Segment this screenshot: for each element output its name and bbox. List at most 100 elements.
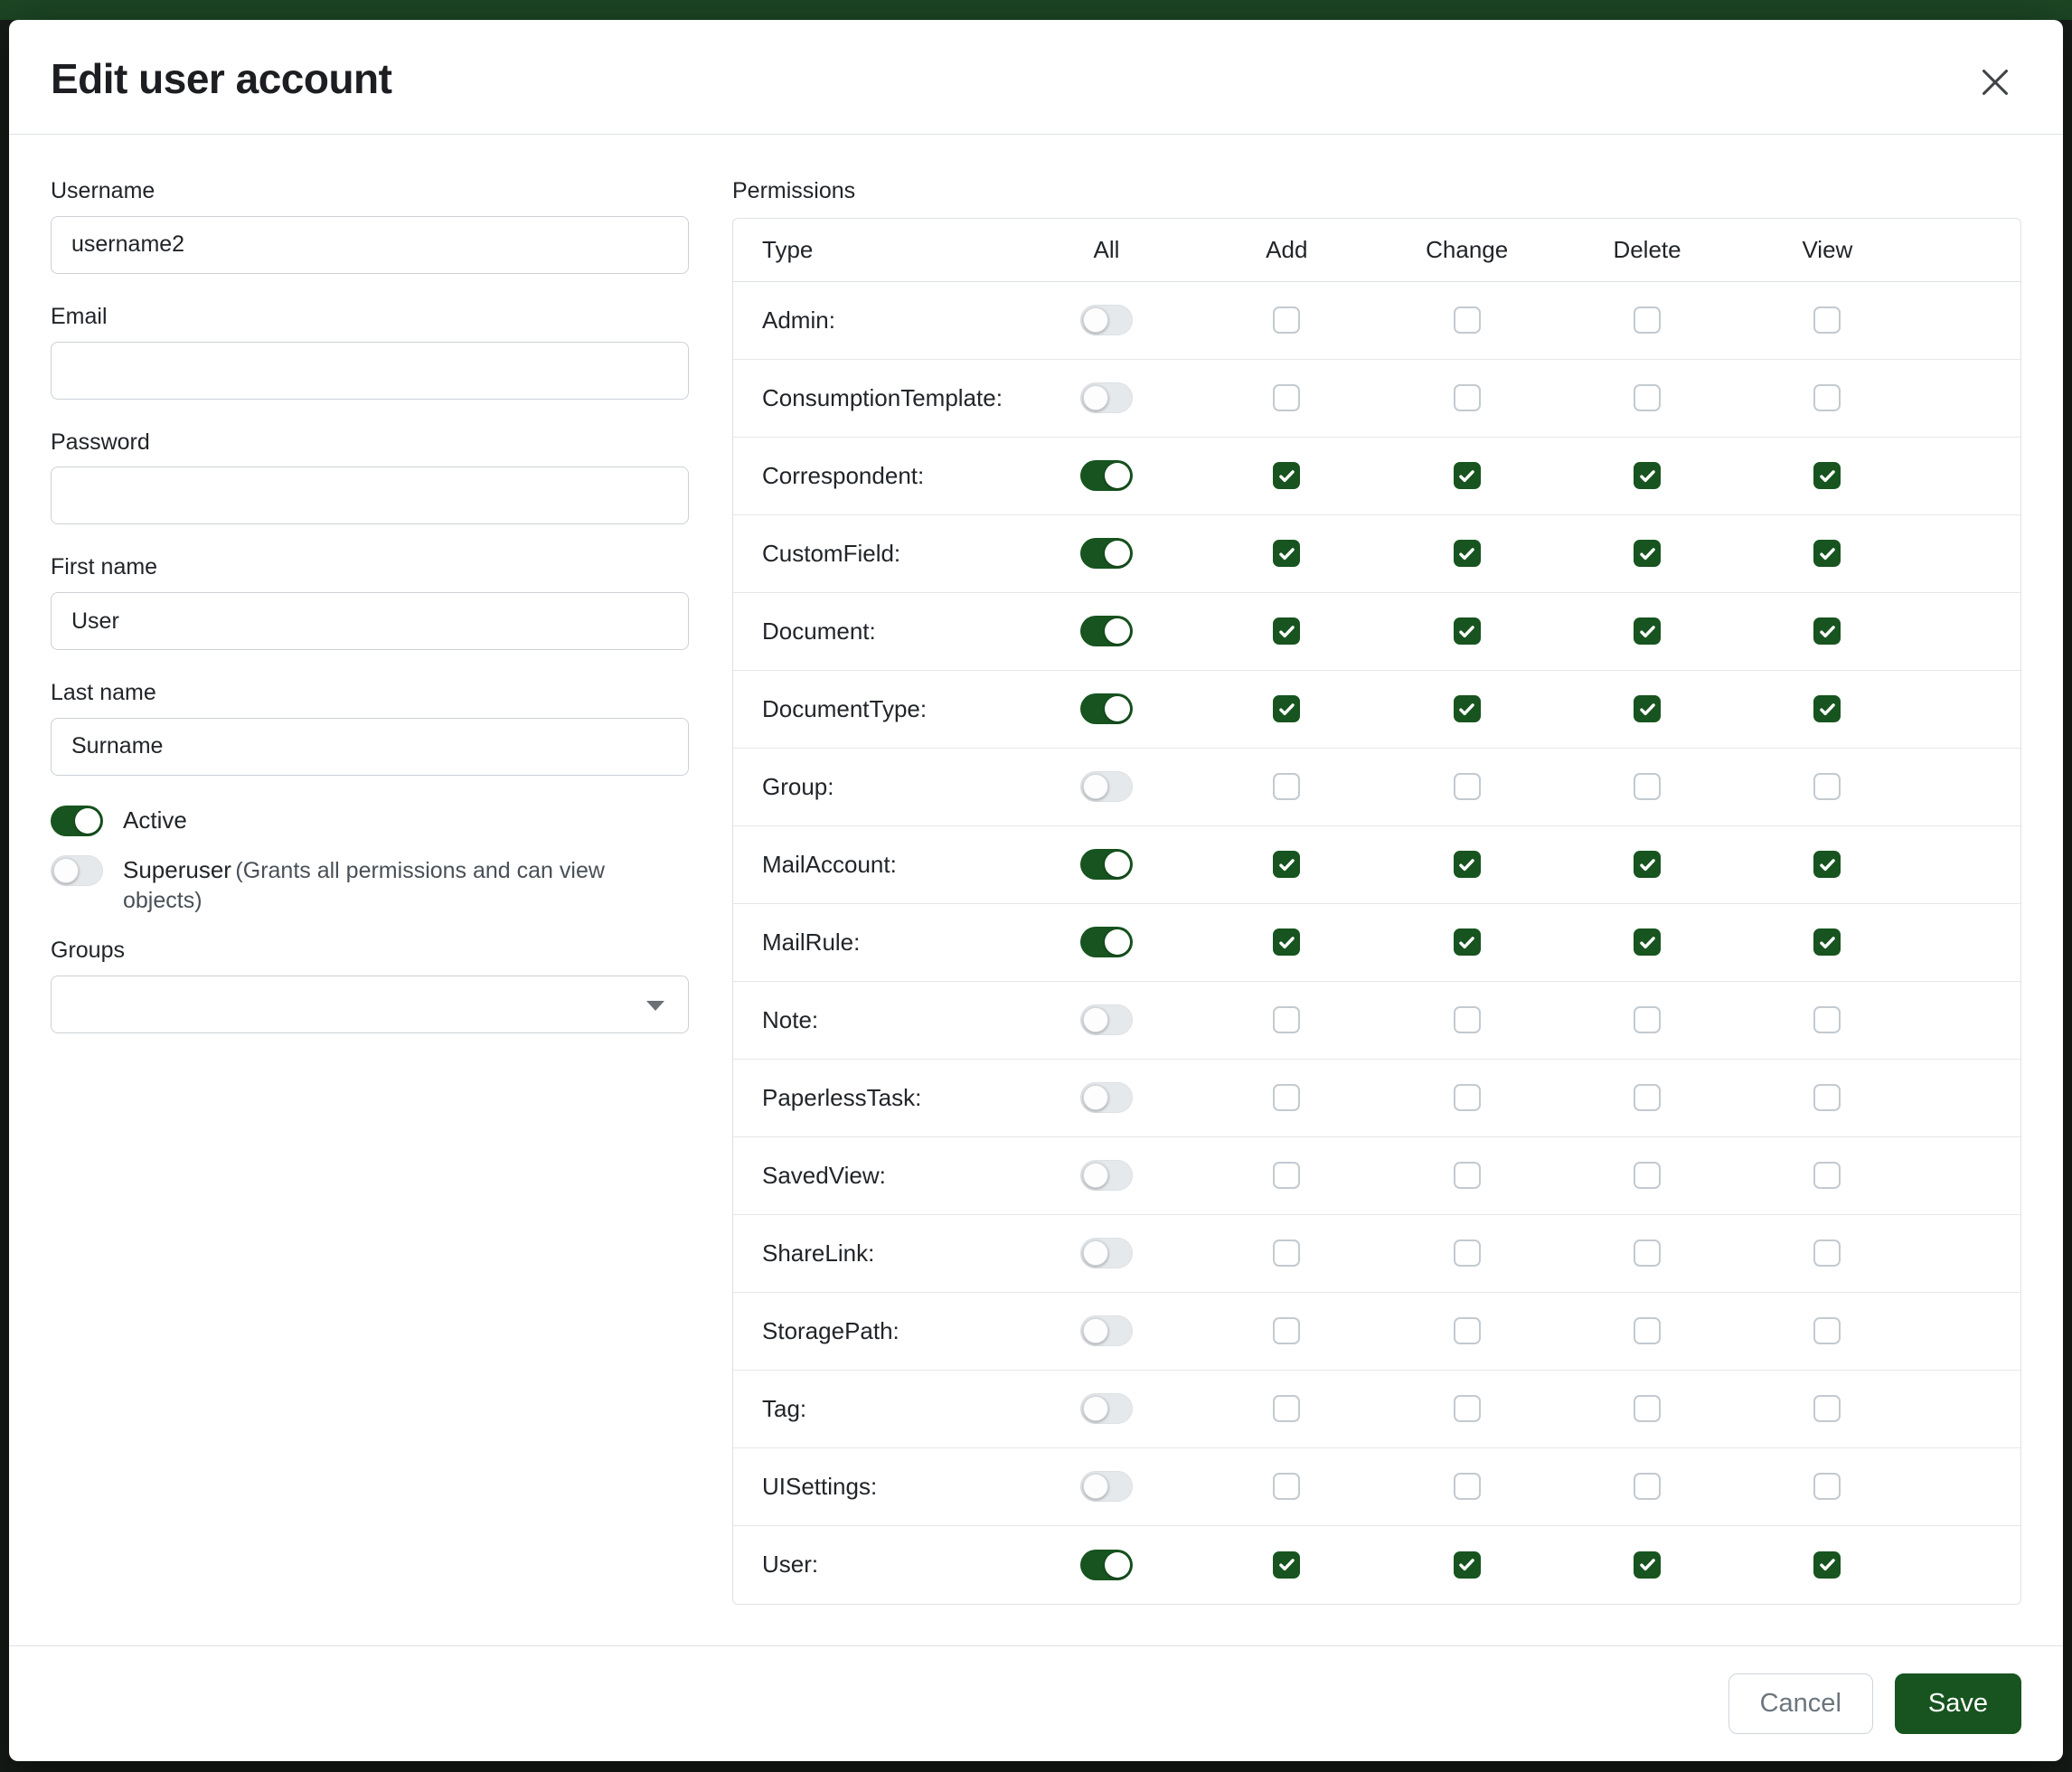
permission-add-checkbox[interactable]: [1273, 928, 1300, 956]
permission-delete-checkbox[interactable]: [1634, 1084, 1661, 1111]
permission-view-checkbox[interactable]: [1813, 1239, 1841, 1267]
permission-add-checkbox[interactable]: [1273, 306, 1300, 334]
permission-delete-checkbox[interactable]: [1634, 540, 1661, 567]
permission-change-checkbox[interactable]: [1454, 695, 1481, 722]
password-input[interactable]: [51, 467, 689, 524]
permission-view-checkbox[interactable]: [1813, 617, 1841, 645]
permission-delete-checkbox[interactable]: [1634, 1006, 1661, 1033]
permission-change-checkbox[interactable]: [1454, 1239, 1481, 1267]
permission-view-checkbox[interactable]: [1813, 1162, 1841, 1189]
permission-add-checkbox[interactable]: [1273, 1162, 1300, 1189]
permission-delete-checkbox[interactable]: [1634, 462, 1661, 489]
permission-add-checkbox[interactable]: [1273, 1006, 1300, 1033]
permission-view-checkbox[interactable]: [1813, 773, 1841, 800]
permission-all-toggle[interactable]: [1080, 1393, 1133, 1424]
first-name-input[interactable]: [51, 592, 689, 650]
permission-delete-checkbox[interactable]: [1634, 1395, 1661, 1422]
permission-add-checkbox[interactable]: [1273, 1473, 1300, 1500]
permission-change-checkbox[interactable]: [1454, 851, 1481, 878]
permission-add-checkbox[interactable]: [1273, 1317, 1300, 1344]
permission-delete-checkbox[interactable]: [1634, 928, 1661, 956]
permission-all-toggle[interactable]: [1080, 693, 1133, 724]
cancel-button[interactable]: Cancel: [1728, 1673, 1873, 1734]
permission-change-checkbox[interactable]: [1454, 773, 1481, 800]
permission-add-checkbox[interactable]: [1273, 1084, 1300, 1111]
permission-all-toggle[interactable]: [1080, 538, 1133, 569]
permission-add-checkbox[interactable]: [1273, 540, 1300, 567]
permission-all-toggle[interactable]: [1080, 305, 1133, 335]
permission-change-checkbox[interactable]: [1454, 928, 1481, 956]
permission-all-toggle[interactable]: [1080, 1315, 1133, 1346]
permission-delete-checkbox[interactable]: [1634, 773, 1661, 800]
permission-add-checkbox[interactable]: [1273, 462, 1300, 489]
permission-add-checkbox[interactable]: [1273, 851, 1300, 878]
permission-delete-checkbox[interactable]: [1634, 1162, 1661, 1189]
permission-view-checkbox[interactable]: [1813, 851, 1841, 878]
permission-add-checkbox[interactable]: [1273, 617, 1300, 645]
permission-change-checkbox[interactable]: [1454, 540, 1481, 567]
close-button[interactable]: [1969, 56, 2021, 108]
permission-delete-checkbox[interactable]: [1634, 306, 1661, 334]
permission-add-checkbox[interactable]: [1273, 773, 1300, 800]
groups-select[interactable]: [51, 976, 689, 1033]
permission-add-checkbox[interactable]: [1273, 384, 1300, 411]
permission-view-checkbox[interactable]: [1813, 540, 1841, 567]
permission-all-toggle[interactable]: [1080, 382, 1133, 413]
permission-all-toggle[interactable]: [1080, 1082, 1133, 1113]
permission-delete-checkbox[interactable]: [1634, 617, 1661, 645]
email-input[interactable]: [51, 342, 689, 400]
permission-change-checkbox[interactable]: [1454, 1473, 1481, 1500]
permission-change-checkbox[interactable]: [1454, 1551, 1481, 1579]
permission-change-checkbox[interactable]: [1454, 384, 1481, 411]
save-button[interactable]: Save: [1895, 1673, 2021, 1734]
permission-all-toggle[interactable]: [1080, 616, 1133, 646]
permission-delete-checkbox[interactable]: [1634, 695, 1661, 722]
permission-all-toggle[interactable]: [1080, 771, 1133, 802]
permission-change-checkbox[interactable]: [1454, 1395, 1481, 1422]
permission-change-checkbox[interactable]: [1454, 462, 1481, 489]
permission-all-toggle[interactable]: [1080, 1160, 1133, 1191]
permission-change-checkbox[interactable]: [1454, 1162, 1481, 1189]
permission-all-toggle[interactable]: [1080, 1550, 1133, 1580]
permissions-panel: Permissions Type All Add Change Delete V…: [732, 176, 2021, 1604]
permission-change-checkbox[interactable]: [1454, 617, 1481, 645]
permission-view-checkbox[interactable]: [1813, 928, 1841, 956]
permission-delete-checkbox[interactable]: [1634, 1239, 1661, 1267]
permission-add-checkbox[interactable]: [1273, 1239, 1300, 1267]
permission-add-checkbox[interactable]: [1273, 1551, 1300, 1579]
permissions-heading: Permissions: [732, 176, 2021, 207]
permission-change-checkbox[interactable]: [1454, 306, 1481, 334]
permission-view-checkbox[interactable]: [1813, 306, 1841, 334]
permission-all-toggle[interactable]: [1080, 927, 1133, 957]
permission-view-checkbox[interactable]: [1813, 1317, 1841, 1344]
permission-delete-checkbox[interactable]: [1634, 384, 1661, 411]
permission-delete-checkbox[interactable]: [1634, 1317, 1661, 1344]
permission-all-toggle[interactable]: [1080, 460, 1133, 491]
permission-row: ConsumptionTemplate:: [733, 360, 2020, 438]
permission-delete-checkbox[interactable]: [1634, 1473, 1661, 1500]
permission-all-toggle[interactable]: [1080, 1471, 1133, 1502]
permission-view-checkbox[interactable]: [1813, 1395, 1841, 1422]
permission-add-checkbox[interactable]: [1273, 695, 1300, 722]
permission-all-toggle[interactable]: [1080, 1238, 1133, 1268]
permission-view-checkbox[interactable]: [1813, 1473, 1841, 1500]
permission-view-checkbox[interactable]: [1813, 1551, 1841, 1579]
permission-all-toggle[interactable]: [1080, 849, 1133, 880]
permission-change-checkbox[interactable]: [1454, 1317, 1481, 1344]
permission-change-checkbox[interactable]: [1454, 1006, 1481, 1033]
permission-all-toggle[interactable]: [1080, 1004, 1133, 1035]
permission-change-checkbox[interactable]: [1454, 1084, 1481, 1111]
permission-view-checkbox[interactable]: [1813, 1084, 1841, 1111]
permission-view-checkbox[interactable]: [1813, 695, 1841, 722]
permission-delete-checkbox[interactable]: [1634, 851, 1661, 878]
permission-type-label: Group:: [733, 773, 1016, 801]
superuser-toggle[interactable]: [51, 855, 103, 886]
permission-view-checkbox[interactable]: [1813, 462, 1841, 489]
permission-view-checkbox[interactable]: [1813, 1006, 1841, 1033]
username-input[interactable]: [51, 216, 689, 274]
active-toggle[interactable]: [51, 806, 103, 836]
permission-add-checkbox[interactable]: [1273, 1395, 1300, 1422]
permission-view-checkbox[interactable]: [1813, 384, 1841, 411]
last-name-input[interactable]: [51, 718, 689, 776]
permission-delete-checkbox[interactable]: [1634, 1551, 1661, 1579]
